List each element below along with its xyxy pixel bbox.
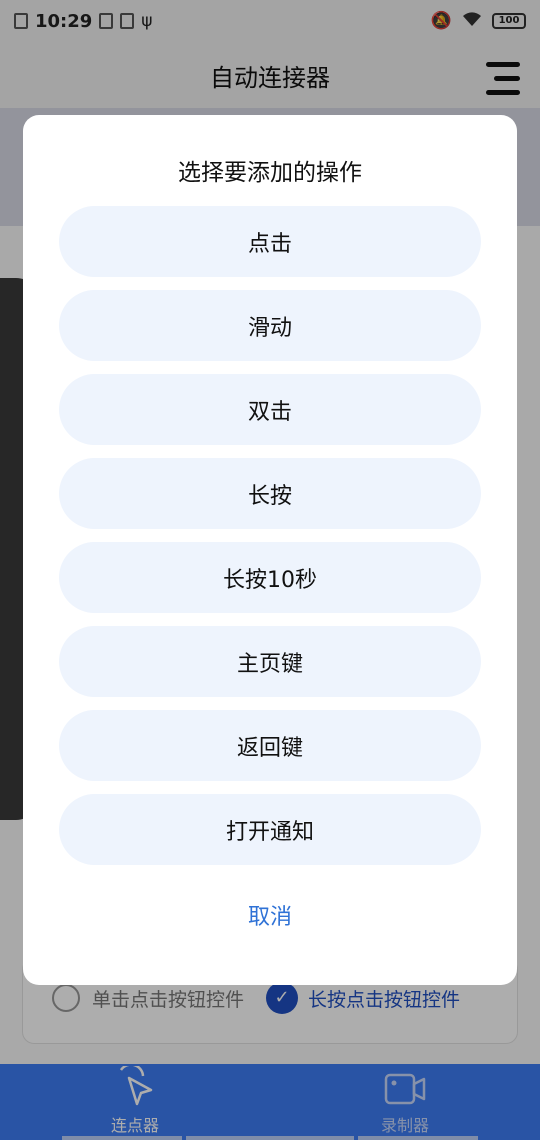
option-open-notifications-button[interactable]: 打开通知: [59, 794, 481, 865]
option-back-key-button[interactable]: 返回键: [59, 710, 481, 781]
option-long-press-button[interactable]: 长按: [59, 458, 481, 529]
option-home-key-button[interactable]: 主页键: [59, 626, 481, 697]
add-action-dialog: 选择要添加的操作 点击 滑动 双击 长按 长按10秒 主页键 返回键 打开通知 …: [23, 115, 517, 985]
option-tap-button[interactable]: 点击: [59, 206, 481, 277]
option-long-press-10s-button[interactable]: 长按10秒: [59, 542, 481, 613]
option-swipe-button[interactable]: 滑动: [59, 290, 481, 361]
cancel-button[interactable]: 取消: [170, 887, 370, 943]
dialog-title: 选择要添加的操作: [178, 160, 362, 186]
option-double-tap-button[interactable]: 双击: [59, 374, 481, 445]
